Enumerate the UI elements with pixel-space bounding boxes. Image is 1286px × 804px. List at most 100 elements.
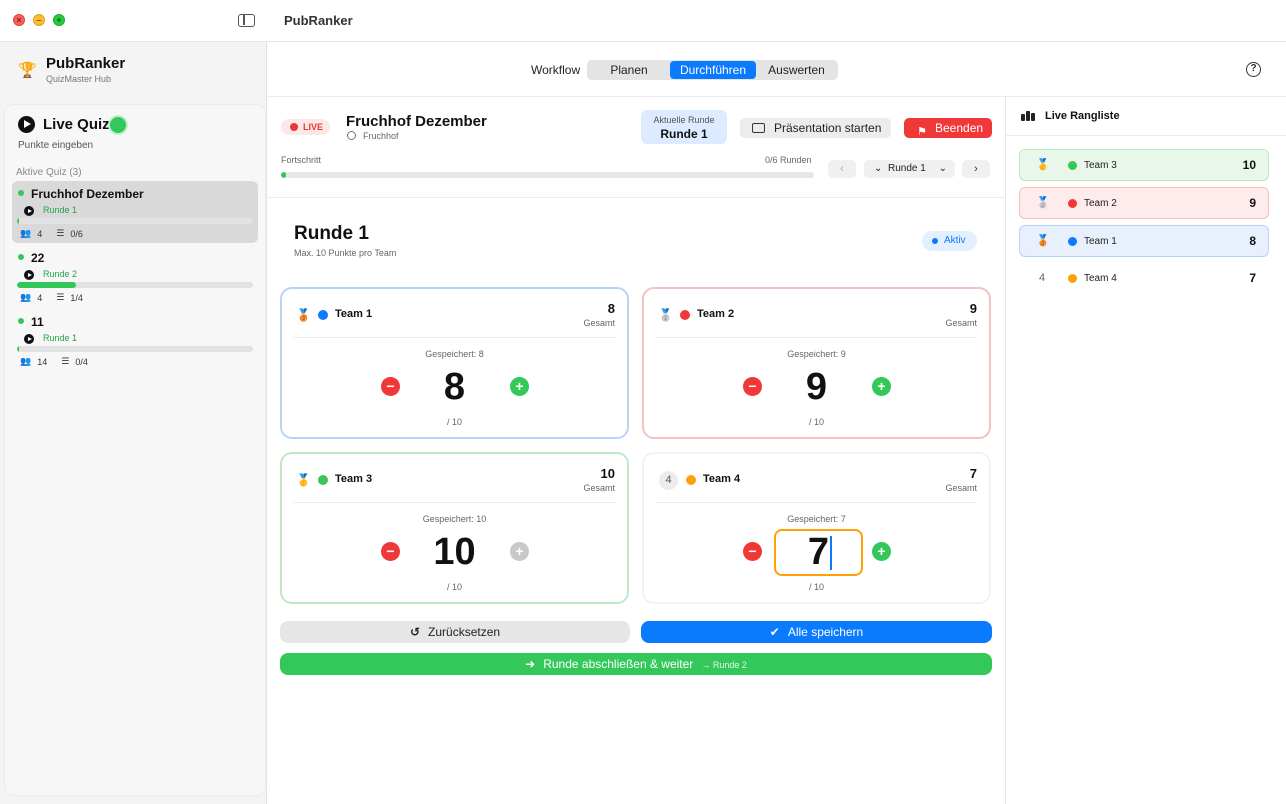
team-color-dot [1068,161,1077,170]
quiz-meta: 👥 14 ☰ 0/4 [20,356,102,367]
team-color-dot [1068,199,1077,208]
close-window-button[interactable]: × [13,14,25,26]
quiz-list-item-22[interactable]: 22 Runde 2 👥 4 ☰ 1/4 [12,245,258,307]
quiz-venue: Fruchhof [363,131,399,141]
ranking-title: Live Rangliste [1045,110,1120,122]
quiz-progress-fill [17,346,20,352]
bronze-medal-icon: 🥉 [1036,235,1050,247]
quiz-name: 11 [31,315,44,329]
team-total-label: Gesamt [945,483,977,493]
tab-planen[interactable]: Planen [588,61,670,79]
flag-icon: ⚑ [917,126,927,138]
bar-chart-icon [1021,111,1036,121]
team-color-dot [1068,274,1077,283]
tab-durchfuehren[interactable]: Durchführen [670,61,756,79]
team-total-label: Gesamt [945,318,977,328]
quiz-list-item-fruchhof[interactable]: Fruchhof Dezember Runde 1 👥 4 ☰ 0/6 [12,181,258,243]
round-status-badge: Aktiv [922,231,977,251]
next-round-hint: → Runde 2 [701,660,747,670]
sidebar-toggle-icon[interactable] [238,14,255,27]
score-input[interactable]: 7 [774,529,863,576]
quiz-name: Fruchhof Dezember [31,187,144,201]
round-select[interactable]: ⌄ Runde 1 ⌄ [864,160,955,178]
team-card-team-1: 🥉 Team 1 8 Gesamt Gespeichert: 8 − 8 + /… [280,287,629,439]
save-all-label: Alle speichern [787,625,864,639]
window-title: PubRanker [284,13,353,28]
max-score-label: / 10 [808,417,824,427]
ranking-row: 🥉 Team 1 8 [1019,225,1269,257]
minimize-window-button[interactable]: – [33,14,45,26]
quiz-team-count: 4 [37,292,43,303]
team-total: 8 [607,301,615,316]
end-quiz-label: Beenden [935,121,984,135]
score-value[interactable]: 10 [282,531,627,574]
quiz-list-item-11[interactable]: 11 Runde 1 👥 14 ☰ 0/4 [12,309,258,371]
live-badge: LIVE [281,119,330,135]
gold-medal-icon: 🥇 [1036,159,1050,171]
score-input-value: 7 [807,531,830,573]
team-color-dot [318,310,328,320]
quiz-progress-fill [17,282,76,288]
quiz-progress-fill [281,172,287,178]
sidebar-title: Live Quiz [43,116,110,133]
brand-subtitle: QuizMaster Hub [46,74,112,84]
team-card-team-2: 🥈 Team 2 9 Gesamt Gespeichert: 9 − 9 + /… [642,287,991,439]
title-bar [0,0,1286,42]
header-divider [267,197,1005,198]
arrow-right-circle-icon: ➜ [525,657,536,671]
ranking-row: 🥇 Team 3 10 [1019,149,1269,181]
silver-medal-icon: 🥈 [658,308,673,322]
active-dot-icon [18,318,24,324]
card-divider [656,337,977,338]
current-round-label: Aktuelle Runde [653,115,715,125]
team-total: 10 [600,466,615,481]
chevron-down-icon: ⌄ [938,163,947,174]
quiz-progress-bar [17,218,253,224]
increase-score-button[interactable]: + [510,377,529,396]
team-total: 7 [969,466,977,481]
finish-round-button[interactable]: ➜ Runde abschließen & weiter → Runde 2 [280,653,992,675]
saved-score-label: Gespeichert: 7 [787,514,846,524]
finish-round-label: Runde abschließen & weiter [543,657,694,671]
play-circle-icon [18,116,35,133]
teams-icon: 👥 [20,228,32,238]
team-color-dot [680,310,690,320]
maximize-window-button[interactable]: + [53,14,65,26]
minimize-icon: – [36,15,42,25]
play-icon [24,206,34,216]
team-color-dot [686,475,696,485]
bronze-medal-icon: 🥉 [296,308,311,322]
quiz-team-count: 4 [37,228,43,239]
round-subtitle: Max. 10 Punkte pro Team [294,248,397,258]
reset-label: Zurücksetzen [428,625,501,639]
active-dot-icon [18,254,24,260]
team-name: Team 2 [697,308,735,320]
help-icon[interactable]: ? [1246,62,1261,77]
ranking-team-score: 7 [1249,271,1256,285]
team-card-team-3: 🥇 Team 3 10 Gesamt Gespeichert: 10 − 10 … [280,452,629,604]
increase-score-button[interactable]: + [510,542,529,561]
increase-score-button[interactable]: + [872,377,891,396]
start-presentation-label: Präsentation starten [774,121,882,135]
score-value[interactable]: 8 [282,366,627,409]
end-quiz-button[interactable]: ⚑ Beenden [904,118,992,138]
reset-icon: ↺ [409,625,421,639]
tab-auswerten[interactable]: Auswerten [756,61,837,79]
score-value[interactable]: 9 [644,366,989,409]
gold-medal-icon: 🥇 [296,473,311,487]
next-round-button[interactable]: › [962,160,990,178]
team-color-dot [1068,237,1077,246]
rank-number-badge: 4 [659,471,678,490]
increase-score-button[interactable]: + [872,542,891,561]
reset-button[interactable]: ↺ Zurücksetzen [280,621,630,643]
max-score-label: / 10 [808,582,824,592]
decrease-score-button[interactable]: − [743,542,762,561]
trophy-icon: 🏆 [18,62,37,79]
previous-round-button[interactable]: ‹ [828,160,856,178]
team-name: Team 1 [335,308,373,320]
play-icon [24,270,34,280]
round-title: Runde 1 [294,223,369,244]
card-divider [294,502,615,503]
start-presentation-button[interactable]: Präsentation starten [740,118,891,138]
save-all-button[interactable]: ✔ Alle speichern [641,621,992,643]
